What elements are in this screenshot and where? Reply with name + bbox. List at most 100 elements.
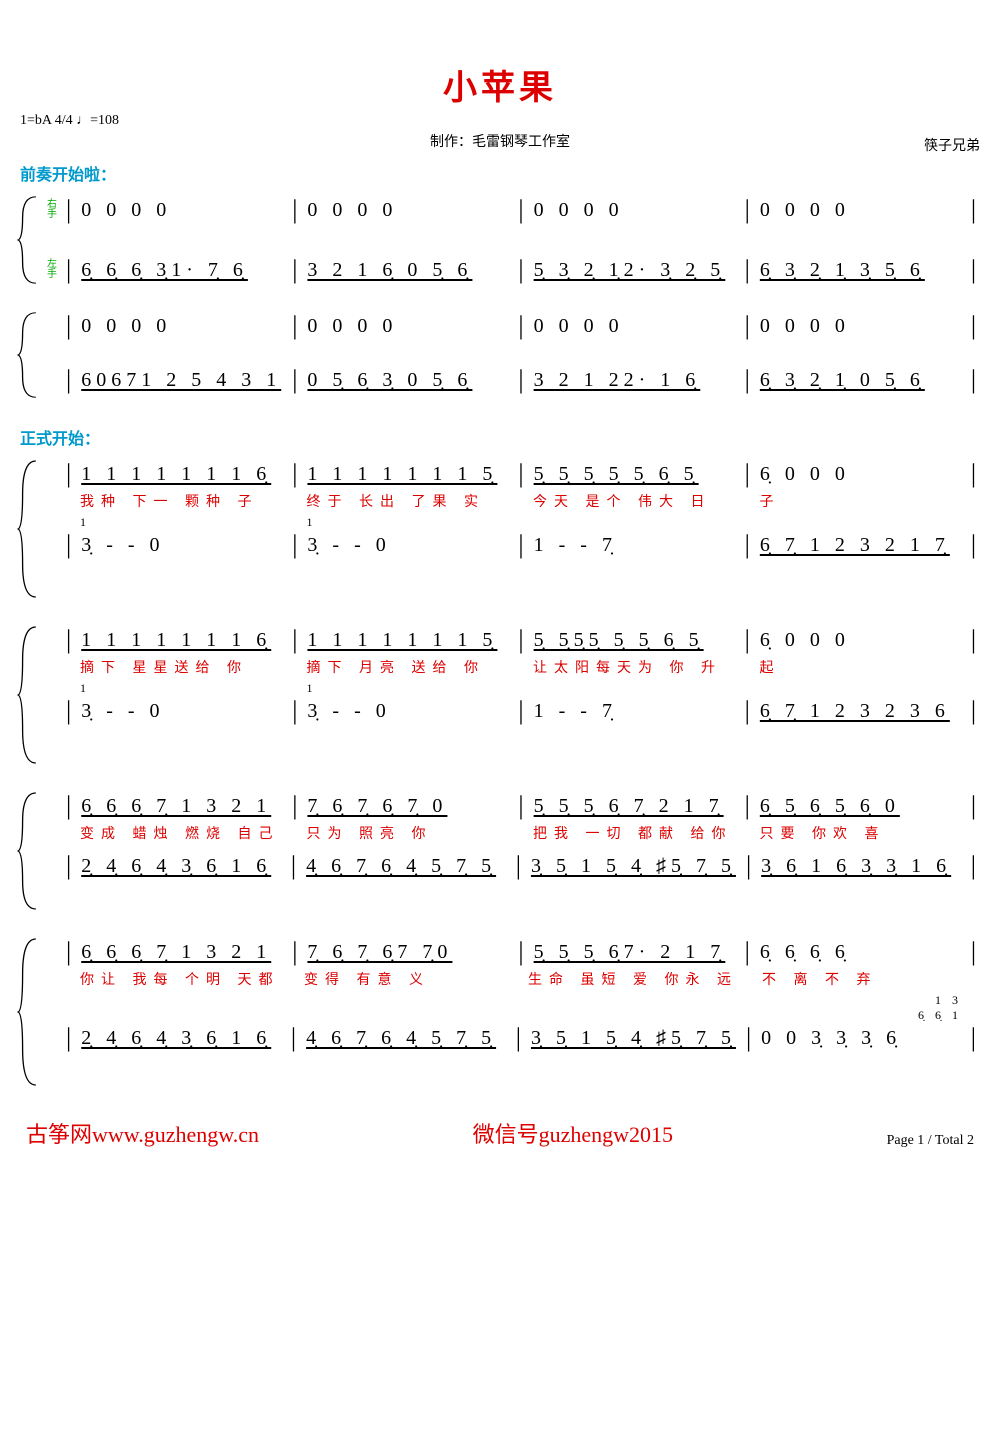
lyric: 我种 下一 颗种 子 xyxy=(74,491,289,511)
brace-icon xyxy=(16,459,38,599)
brace-icon xyxy=(16,195,38,285)
music-system: | 6̣ 6̣ 6̣ 7̣ 1 3 2 1| 7̣ 6̣ 7̣ 6̣ 7̣ 0|… xyxy=(20,791,980,911)
bar: 0 5̣ 6̣ 3̣ 0 5̣ 6̣ xyxy=(301,365,514,395)
lyric-row: 我种 下一 颗种 子 终于 长出 了果 实 今天 是个 伟大 日 子 xyxy=(44,491,980,511)
lyric: 变成 蜡烛 燃烧 自己 xyxy=(74,823,289,843)
brace-icon xyxy=(16,311,38,399)
bar: 5̣ 3̣ 2̣ 1̣2· 3̣ 2̣ 5̣ xyxy=(528,255,741,285)
music-system: | 0 0 0 0| 0 0 0 0| 0 0 0 0| 0 0 0 0| | … xyxy=(20,311,980,399)
lyric: 你让 我每 个明 天都 xyxy=(74,969,286,989)
right-hand-label: 右手 xyxy=(44,200,60,220)
brace-icon xyxy=(16,937,38,1087)
bar: 6̣ 7̣ 1 2 3 2 3 6 xyxy=(754,696,967,726)
bar: 1 1 1 1 1 1 1 5̣ xyxy=(301,625,514,655)
bar: 6̣ 6̣ 6̣ 3̣1· 7̣ 6̣ xyxy=(75,255,288,285)
lyric-row: 摘下 星星送给 你 摘下 月亮 送给 你 让太阳每天为 你 升 起 xyxy=(44,657,980,677)
bar: 60671 2 5 4 3 1 xyxy=(75,365,288,395)
chord-note: 1 xyxy=(74,681,289,696)
bar: 1 1 1 1 1 1 1 5̣ xyxy=(301,459,514,489)
chord-note: 1 xyxy=(301,515,516,530)
bar: 6̣ 6̣ 6̣ 6̣ xyxy=(754,937,967,967)
music-system: 右手 | 0 0 0 0| 0 0 0 0| 0 0 0 0| 0 0 0 0|… xyxy=(20,195,980,285)
bar: 0 0 0 0 xyxy=(301,311,514,341)
chord-stack: 1 3 6̣ 6̣ 1 xyxy=(754,993,969,1023)
bar: 6̣ 6̣ 6̣ 7̣ 1 3 2 1 xyxy=(75,937,288,967)
chord-note: 1 xyxy=(74,515,289,530)
bar: 6̣ 0 0 0 xyxy=(754,625,967,655)
lyric: 今天 是个 伟大 日 xyxy=(527,491,742,511)
bar: 1 - - 7̣ xyxy=(528,530,741,560)
right-hand-staff: | 1 1 1 1 1 1 1 6̣| 1 1 1 1 1 1 1 5̣| 5̣… xyxy=(44,459,980,489)
bar: 0 0 0 0 xyxy=(75,311,288,341)
song-title: 小苹果 xyxy=(20,60,980,109)
bar: 0 0 0 0 xyxy=(528,311,741,341)
bar: 6̣ 3̣ 2̣ 1̣ 0 5̣ 6̣ xyxy=(754,365,967,395)
bar: 0 0 0 0 xyxy=(301,195,514,225)
lyric: 不 离 不 弃 xyxy=(756,969,968,989)
bar: 3 2 1 6̣ 0 5̣ 6̣ xyxy=(301,255,514,285)
bar: 4̣ 6̣ 7̣ 6̣ 4̣ 5̣ 7̣ 5̣ xyxy=(300,1023,512,1053)
composer: 筷子兄弟 xyxy=(924,135,980,155)
left-hand-staff: | 2̣ 4̣ 6̣ 4̣ 3̣ 6̣ 1 6̣| 4̣ 6̣ 7̣ 6̣ 4̣… xyxy=(44,1023,980,1053)
bar: 0 0 0 0 xyxy=(528,195,741,225)
right-hand-staff: 右手 | 0 0 0 0| 0 0 0 0| 0 0 0 0| 0 0 0 0| xyxy=(44,195,980,225)
bar: 6̣ 3̣ 2̣ 1̣ 3̣ 5̣ 6̣ xyxy=(754,255,967,285)
bar: 0 0 0 0 xyxy=(75,195,288,225)
bar: 1 1 1 1 1 1 1 6̣ xyxy=(75,625,288,655)
brace-icon xyxy=(16,791,38,911)
bar: 6̣ 7̣ 1 2 3 2 1 7̣ xyxy=(754,530,967,560)
meta-row: 1=bA 4/4 ♩=108 xyxy=(20,113,980,129)
bar: 6̣ 5̣ 6̣ 5̣ 6̣ 0 xyxy=(754,791,967,821)
left-hand-staff: | 3̣ - - 0| 3̣ - - 0| 1 - - 7̣| 6̣ 7̣ 1 … xyxy=(44,530,980,560)
lyric: 子 xyxy=(754,491,969,511)
key-tempo: 1=bA 4/4 ♩=108 xyxy=(20,113,119,129)
lyric: 终于 长出 了果 实 xyxy=(301,491,516,511)
right-hand-staff: | 1 1 1 1 1 1 1 6̣| 1 1 1 1 1 1 1 5̣| 5̣… xyxy=(44,625,980,655)
music-system: | 1 1 1 1 1 1 1 6̣| 1 1 1 1 1 1 1 5̣| 5̣… xyxy=(20,459,980,599)
bar: 3̣ - - 0 xyxy=(301,696,514,726)
lyric: 摘下 月亮 送给 你 xyxy=(301,657,516,677)
bar: 7̣ 6̣ 7̣ 6̣ 7̣ 0 xyxy=(301,791,514,821)
bar: 3̣ - - 0 xyxy=(301,530,514,560)
wechat-credit: 微信号guzhengw2015 xyxy=(473,1117,673,1149)
site-credit: 古筝网www.guzhengw.cn xyxy=(26,1117,259,1149)
lyric: 只为 照亮 你 xyxy=(301,823,516,843)
bar: 3̣ - - 0 xyxy=(75,696,288,726)
lyric: 只要 你欢 喜 xyxy=(754,823,969,843)
page-number: Page 1 / Total 2 xyxy=(887,1133,974,1149)
music-system: | 1 1 1 1 1 1 1 6̣| 1 1 1 1 1 1 1 5̣| 5̣… xyxy=(20,625,980,765)
chord-note: 1 xyxy=(301,681,516,696)
bar: 0 0 0 0 xyxy=(754,311,967,341)
music-system: | 6̣ 6̣ 6̣ 7̣ 1 3 2 1| 7̣ 6̣ 7̣ 6̣7 7̣0|… xyxy=(20,937,980,1087)
bar: 5̣ 5̣ 5̣ 5̣ 5̣ 6̣ 5̣ xyxy=(528,459,741,489)
lyric-row: 变成 蜡烛 燃烧 自己 只为 照亮 你 把我 一切 都献 给你 只要 你欢 喜 xyxy=(44,823,980,843)
section-verse-label: 正式开始： xyxy=(20,425,980,449)
section-intro-label: 前奏开始啦： xyxy=(20,161,980,185)
bar: 6̣ 0 0 0 xyxy=(754,459,967,489)
left-hand-staff: | 3̣ - - 0| 3̣ - - 0| 1 - - 7̣| 6̣ 7̣ 1 … xyxy=(44,696,980,726)
left-hand-label: 左手 xyxy=(44,260,60,280)
lyric: 变得 有意 义 xyxy=(298,969,510,989)
bar: 4̣ 6̣ 7̣ 6̣ 4̣ 5̣ 7̣ 5̣ xyxy=(300,851,512,881)
left-hand-staff: 左手 | 6̣ 6̣ 6̣ 3̣1· 7̣ 6̣| 3 2 1 6̣ 0 5̣ … xyxy=(44,255,980,285)
lyric: 摘下 星星送给 你 xyxy=(74,657,289,677)
sheet-music-page: 小苹果 1=bA 4/4 ♩=108 制作：毛雷钢琴工作室 筷子兄弟 前奏开始啦… xyxy=(0,0,1000,1169)
brace-icon xyxy=(16,625,38,765)
bar: 5̣ 5̣ 5̣ 6̣7· 2 1 7̣ xyxy=(528,937,741,967)
lyric: 把我 一切 都献 给你 xyxy=(527,823,742,843)
bar: 5̣ 5̣5̣5̣ 5̣ 5̣ 6̣ 5̣ xyxy=(528,625,741,655)
lyric: 起 xyxy=(754,657,969,677)
right-hand-staff: | 0 0 0 0| 0 0 0 0| 0 0 0 0| 0 0 0 0| xyxy=(44,311,980,341)
bar: 1 - - 7̣ xyxy=(528,696,741,726)
bar: 3̣ - - 0 xyxy=(75,530,288,560)
bar: 5̣ 5̣ 5̣ 6̣ 7̣ 2 1 7̣ xyxy=(528,791,741,821)
bar: 2̣ 4̣ 6̣ 4̣ 3̣ 6̣ 1 6̣ xyxy=(75,1023,287,1053)
left-hand-staff: | 60671 2 5 4 3 1| 0 5̣ 6̣ 3̣ 0 5̣ 6̣| 3… xyxy=(44,365,980,395)
lyric: 让太阳每天为 你 升 xyxy=(527,657,742,677)
bar: 3 2 1 22· 1 6̣ xyxy=(528,365,741,395)
page-footer: 古筝网www.guzhengw.cn 微信号guzhengw2015 Page … xyxy=(20,1117,980,1149)
left-hand-staff: | 2̣ 4̣ 6̣ 4̣ 3̣ 6̣ 1 6̣| 4̣ 6̣ 7̣ 6̣ 4̣… xyxy=(44,851,980,881)
bar: 6̣ 6̣ 6̣ 7̣ 1 3 2 1 xyxy=(75,791,288,821)
right-hand-staff: | 6̣ 6̣ 6̣ 7̣ 1 3 2 1| 7̣ 6̣ 7̣ 6̣ 7̣ 0|… xyxy=(44,791,980,821)
right-hand-staff: | 6̣ 6̣ 6̣ 7̣ 1 3 2 1| 7̣ 6̣ 7̣ 6̣7 7̣0|… xyxy=(44,937,980,967)
